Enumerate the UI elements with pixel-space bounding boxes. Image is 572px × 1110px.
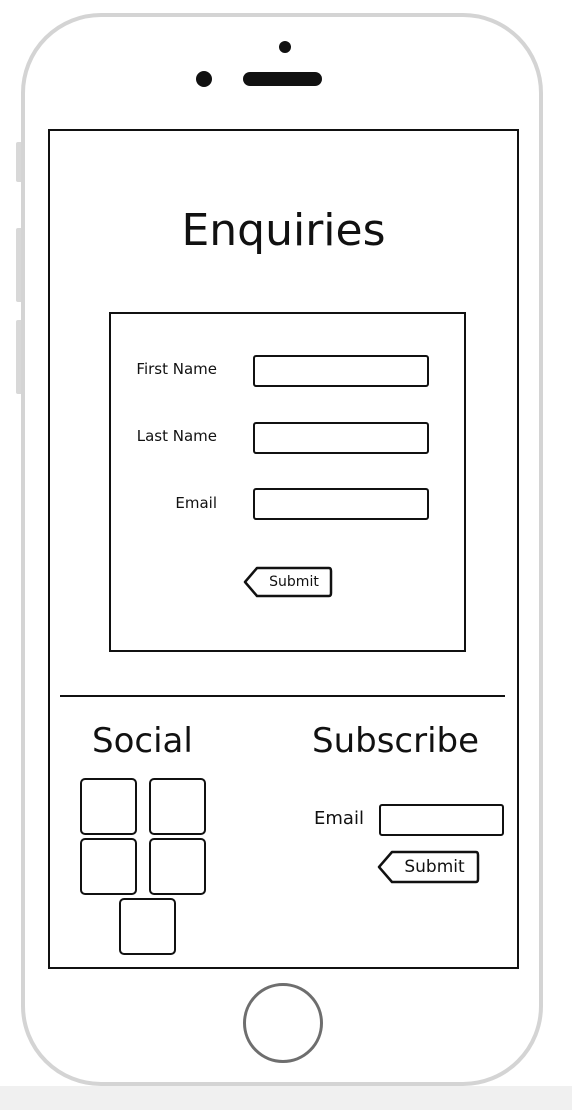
form-submit-button[interactable]: Submit — [243, 566, 333, 598]
social-tile[interactable] — [119, 898, 176, 955]
first-name-label: First Name — [136, 360, 217, 378]
social-tile[interactable] — [80, 838, 137, 895]
phone-home-button[interactable] — [243, 983, 323, 1063]
phone-sensor-icon — [196, 71, 212, 87]
social-tile[interactable] — [80, 778, 137, 835]
phone-camera-icon — [279, 41, 291, 53]
social-tile[interactable] — [149, 778, 206, 835]
mockup-canvas: Enquiries First Name Last Name Email Sub… — [0, 0, 572, 1110]
phone-screen: Enquiries First Name Last Name Email Sub… — [48, 129, 519, 969]
social-heading: Social — [92, 721, 193, 761]
subscribe-submit-label: Submit — [404, 857, 465, 877]
last-name-input[interactable] — [253, 422, 429, 454]
enquiry-form: First Name Last Name Email Submit — [109, 312, 466, 652]
subscribe-email-input[interactable] — [379, 804, 504, 836]
page-title: Enquiries — [181, 205, 386, 256]
email-input[interactable] — [253, 488, 429, 520]
canvas-bottom-strip — [0, 1086, 572, 1110]
section-divider — [60, 695, 505, 697]
subscribe-email-label: Email — [314, 808, 364, 829]
form-submit-label: Submit — [269, 574, 319, 590]
phone-speaker-icon — [243, 72, 322, 86]
first-name-input[interactable] — [253, 355, 429, 387]
social-tile[interactable] — [149, 838, 206, 895]
last-name-label: Last Name — [136, 427, 217, 445]
email-label: Email — [175, 494, 217, 512]
subscribe-heading: Subscribe — [312, 721, 480, 761]
subscribe-submit-button[interactable]: Submit — [377, 850, 480, 884]
